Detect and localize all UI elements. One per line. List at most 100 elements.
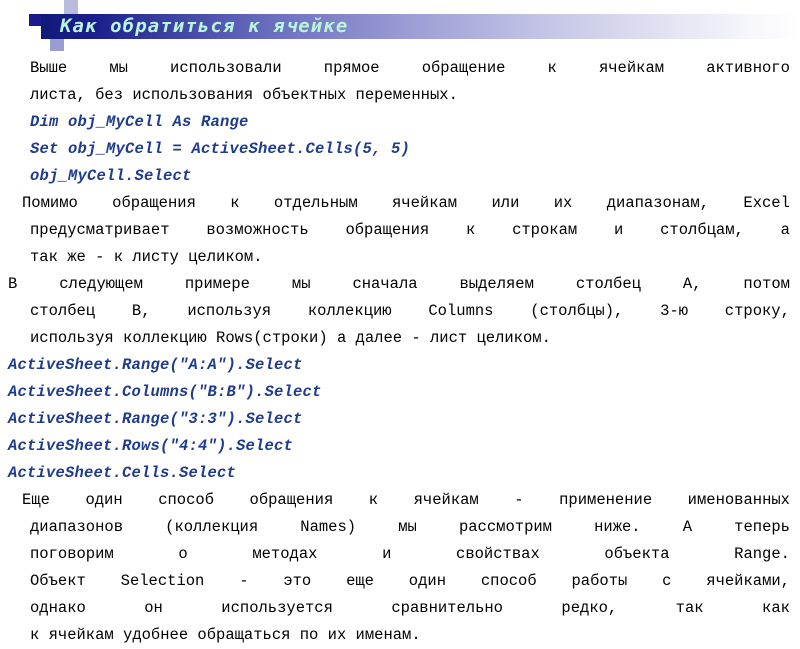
text-word: диапазонов [30,518,124,536]
text-line: к ячейкам удобнее обращаться по их имена… [30,626,421,644]
deco-square-light-1 [46,0,58,14]
text-word: обращение [421,59,506,77]
text-word: как [762,599,790,617]
text-word: один [408,572,447,590]
text-word: Selection [120,572,205,590]
text-word: с [662,572,672,590]
text-word: строку, [724,302,790,320]
text-line: используя коллекцию Rows(строки) а далее… [30,329,551,347]
text-word: теперь [734,518,790,536]
text-line: Еще один способ обращения к ячейкам - применени… [0,487,800,514]
text-word: диапазонам, [606,194,710,212]
text-line: так же - к листу целиком. [30,248,263,266]
text-word: мы [398,518,417,536]
text-word: их [553,194,573,212]
text-word: следующем [59,275,143,293]
text-word: Excel [743,194,790,212]
slide-title-banner: Как обратиться к ячейке [0,0,800,51]
text-word: Columns [428,302,494,320]
text-word: и [382,545,392,563]
text-word: сначала [352,275,418,293]
text-word: один [85,491,123,509]
text-word: редко, [561,599,618,617]
text-word: способ [480,572,537,590]
code-line: ActiveSheet.Rows("4:4").Select [8,437,294,455]
text-word: (столбцы), [530,302,624,320]
text-word: еще [346,572,374,590]
text-word: к [230,194,240,212]
text-word: Выше [30,59,68,77]
text-word: ячейками, [706,572,790,590]
text-word: Names) [300,518,357,536]
text-word: 3-ю [660,302,688,320]
text-word: прямое [323,59,380,77]
text-word: а [780,221,790,239]
deco-square-mid-4 [50,39,64,51]
text-word: к [547,59,557,77]
text-word: Помимо [22,194,78,212]
text-word: ниже. [594,518,641,536]
text-line: столбец В, используя коллекцию Columns (столб… [0,298,800,325]
slide-root: Как обратиться к ячейке Выше мы использова… [0,0,800,644]
text-word: однако [30,599,86,617]
text-word: он [144,599,163,617]
text-word: способ [158,491,214,509]
text-word: Объект [30,572,86,590]
text-word: ячейкам [392,194,458,212]
text-word: А, [682,275,702,293]
code-line: Dim obj_MyCell As Range [30,113,249,131]
text-word: - [514,491,524,509]
text-line: листа, без использования объектных перем… [30,86,458,104]
text-line: диапазонов (коллекция Names) мы рассмотрим ни… [0,514,800,541]
code-line: ActiveSheet.Range("A:A").Select [8,356,303,374]
code-line: ActiveSheet.Range("3:3").Select [8,410,303,428]
text-word: ячейкам [598,59,665,77]
text-word: и [614,221,624,239]
text-word: поговорим [30,545,114,563]
text-word: мы [109,59,128,77]
text-line: поговорим о методах и свойствах объекта Range. [0,541,800,568]
text-line: Объект Selection - это еще один способ работы с я… [0,568,800,595]
text-word: используя [187,302,272,320]
page-title: Как обратиться к ячейке [60,15,349,37]
code-line: Set obj_MyCell = ActiveSheet.Cells(5, 5) [30,140,411,158]
text-word: активного [706,59,790,77]
text-line: однако он используется сравнительно редко, та… [0,595,800,622]
text-word: строкам [512,221,578,239]
deco-square-mid-1 [64,0,78,14]
text-word: именованных [687,491,790,509]
text-word: обращения [345,221,430,239]
text-word: А [682,518,693,536]
text-word: Range. [734,545,790,563]
text-word: отдельным [273,194,358,212]
text-word: столбцам, [660,221,744,239]
text-word: выделяем [459,275,534,293]
text-word: рассмотрим [458,518,552,536]
text-word: предусматривает [30,221,170,239]
text-word: объекта [604,545,670,563]
code-line: ActiveSheet.Columns("B:B").Select [8,383,322,401]
text-line: предусматривает возможность обращения к стро… [0,217,800,244]
code-line: ActiveSheet.Cells.Select [8,464,237,482]
text-word: о [178,545,188,563]
text-word: или [491,194,520,212]
text-word: обращения [249,491,334,509]
text-word: работы [571,572,628,590]
text-word: В, [131,302,151,320]
text-word: возможность [206,221,309,239]
text-word: ячейкам [413,491,479,509]
text-word: столбец [30,302,96,320]
text-word: Еще [22,491,50,509]
text-line: Вследующем примере мы сначала выделяем столбе… [0,271,800,298]
text-word: В [8,275,18,293]
text-word: сравнительно [391,599,503,617]
text-word: методах [252,545,318,563]
text-word: коллекцию [307,302,392,320]
text-word: - [239,572,249,590]
text-word: примере [184,275,250,293]
text-word: (коллекция [165,518,259,536]
text-word: к [465,221,476,239]
text-word: применение [559,491,653,509]
text-word: столбец [575,275,641,293]
text-word: так [675,599,704,617]
